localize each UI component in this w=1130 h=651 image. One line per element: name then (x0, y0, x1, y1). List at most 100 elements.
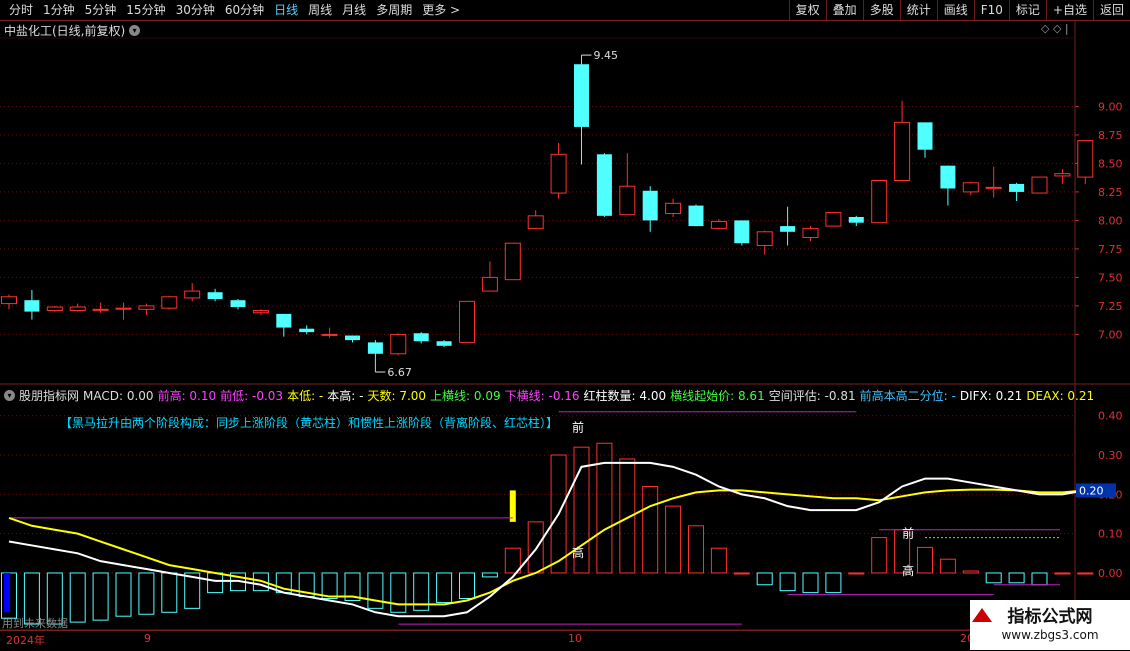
date-axis: 2024年 9 10 20 (0, 630, 1075, 651)
candle-body (596, 154, 612, 216)
low-label: 6.67 (387, 366, 412, 379)
price-axis-label: 7.50 (1098, 271, 1123, 284)
indicator-field: DIFX: 0.21 (959, 388, 1023, 403)
candle-body (436, 341, 452, 346)
current-value-label: 0.20 (1079, 484, 1104, 497)
candle-body (504, 242, 521, 281)
dif-line (8, 461, 1086, 618)
macd-bar (962, 570, 979, 574)
candle-body (688, 205, 704, 227)
watermark-title: 指标公式网 (1007, 607, 1093, 627)
macd-bar (917, 546, 933, 574)
macd-bar (825, 572, 842, 594)
candle-body (940, 165, 956, 189)
candle-body (230, 300, 246, 308)
candle-body (207, 292, 223, 300)
candle-body (24, 300, 40, 312)
candle-body (138, 305, 155, 310)
indicator-field: 前低: -0.03 (220, 389, 284, 403)
blue-core-bar (4, 572, 10, 613)
candle-body (69, 306, 86, 311)
candle-body (848, 216, 864, 223)
kline-chart[interactable]: 9.00 8.75 8.50 8.25 8.00 7.75 7.50 7.25 7.00 9.45… (0, 0, 1130, 650)
macd-bar (1077, 572, 1094, 575)
macd-bar (390, 572, 407, 613)
indicator-field: DEAX: 0.21 (1026, 388, 1095, 403)
macd-bar (688, 525, 704, 574)
macd-axis-label: 0.40 (1098, 410, 1123, 423)
candle-body (871, 180, 888, 224)
macd-bar (756, 572, 773, 586)
macd-axis-label: 0.00 (1098, 567, 1123, 580)
macd-bar (207, 572, 224, 594)
indicator-name: 股朋指标网 (19, 389, 80, 403)
macd-bar (710, 547, 727, 574)
macd-bar (802, 572, 819, 594)
macd-bar (779, 572, 796, 592)
macd-bar (436, 572, 453, 603)
macd-bar (1031, 572, 1048, 586)
macd-bar (115, 572, 132, 617)
price-axis-label: 8.00 (1098, 214, 1123, 227)
price-axis-label: 8.75 (1098, 129, 1123, 142)
macd-bar (985, 572, 1002, 584)
candle-body (276, 313, 292, 328)
candle-body (115, 307, 132, 310)
indicator-banner: 【黑马拉升由两个阶段构成：同步上涨阶段（黄芯柱）和惯性上涨阶段（背离阶段、红芯柱… (60, 416, 559, 430)
candle-body (92, 308, 109, 311)
price-axis-label: 8.50 (1098, 157, 1123, 170)
candle-body (734, 220, 750, 244)
candle-body (642, 190, 658, 221)
macd-axis-label: 0.30 (1098, 449, 1123, 462)
date-m10: 10 (568, 632, 582, 645)
macd-bar (527, 521, 544, 574)
candle-body (574, 64, 589, 127)
high-label: 9.45 (594, 49, 619, 62)
indicator-field: 前高本高二分位: - (859, 389, 956, 403)
candle-body (459, 300, 475, 343)
macd-bar (733, 572, 750, 575)
macd-bar (69, 572, 86, 623)
candle-body (413, 333, 429, 342)
price-axis-label: 9.00 (1098, 100, 1123, 113)
watermark-url: www.zbgs3.com (1001, 628, 1099, 642)
indicator-field: 天数: 7.00 (367, 389, 427, 403)
future-data-note: 用到未来数据 (2, 617, 68, 630)
candle-body (1054, 173, 1071, 177)
price-axis-label: 8.25 (1098, 186, 1123, 199)
indicator-field: 本高: - (327, 389, 364, 403)
candle-body (390, 333, 407, 355)
gao-label: 高 (572, 545, 584, 560)
chevron-down-icon[interactable]: ▾ (4, 390, 15, 401)
candle-body (1031, 176, 1048, 194)
price-axis-label: 7.00 (1098, 328, 1123, 341)
candle-body (321, 333, 338, 336)
indicator-field: 横线起始价: 8.61 (670, 389, 765, 403)
candle-body (1, 296, 17, 305)
candle-body (917, 122, 933, 150)
indicator-field: MACD: 0.00 (83, 388, 154, 403)
candle-body (1009, 183, 1025, 192)
qian-label-2: 前 (902, 526, 914, 541)
date-m9: 9 (144, 632, 151, 645)
candle-body (985, 186, 1002, 189)
macd-bar (138, 572, 155, 615)
qian-label: 前 (572, 419, 584, 434)
macd-bar (939, 558, 956, 574)
indicator-header: ▾ 股朋指标网 MACD: 0.00 前高: 0.10 前低: -0.03 本低: -… (4, 387, 1094, 404)
macd-bar (161, 572, 178, 613)
macd-bar (367, 572, 384, 609)
candle-body (46, 306, 63, 311)
candle-body (481, 276, 498, 292)
macd-bar (665, 505, 682, 574)
macd-bar (642, 485, 659, 574)
macd-bar (848, 572, 865, 575)
watermark: 指标公式网 www.zbgs3.com (970, 600, 1130, 650)
indicator-field: 前高: 0.10 (157, 389, 217, 403)
date-year: 2024年 (6, 634, 45, 647)
gao-label-2: 高 (902, 563, 914, 578)
candle-body (780, 226, 796, 232)
candle-body (825, 211, 842, 227)
indicator-field: 下横线: -0.16 (504, 389, 580, 403)
macd-bar (459, 572, 475, 600)
